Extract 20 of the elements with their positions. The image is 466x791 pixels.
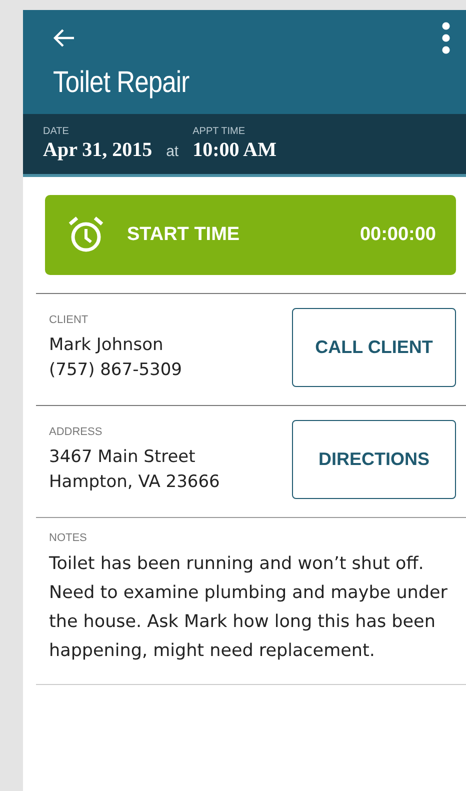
detail-line: Hampton, VA 23666 <box>49 470 220 494</box>
back-arrow-icon[interactable] <box>53 28 75 48</box>
time-value: 10:00 AM <box>192 139 276 162</box>
date-value: Apr 31, 2015 <box>43 139 152 162</box>
alarm-clock-icon <box>67 216 105 254</box>
detail-line: 3467 Main Street <box>49 446 196 468</box>
joiner-text: at <box>166 143 179 162</box>
action-button[interactable]: DIRECTIONS <box>292 420 456 499</box>
detail-line: Mark Johnson <box>49 334 164 356</box>
detail-line: (757) 867-5309 <box>49 358 182 382</box>
elapsed-time: 00:00:00 <box>360 224 436 246</box>
notes-label: NOTES <box>49 532 88 544</box>
notes-text: Toilet has been running and won’t shut off. Need to examine plumbing and maybe under the house. Ask Mark how long this has been happening, might need replacement. <box>49 553 448 663</box>
time-label: APPT TIME <box>192 126 246 137</box>
date-label: DATE <box>43 126 70 137</box>
section-label: CLIENT <box>49 314 90 326</box>
section-label: ADDRESS <box>49 426 104 438</box>
page-title: Toilet Repair <box>53 66 190 100</box>
more-options-icon[interactable] <box>442 22 450 54</box>
action-button[interactable]: CALL CLIENT <box>292 308 456 387</box>
